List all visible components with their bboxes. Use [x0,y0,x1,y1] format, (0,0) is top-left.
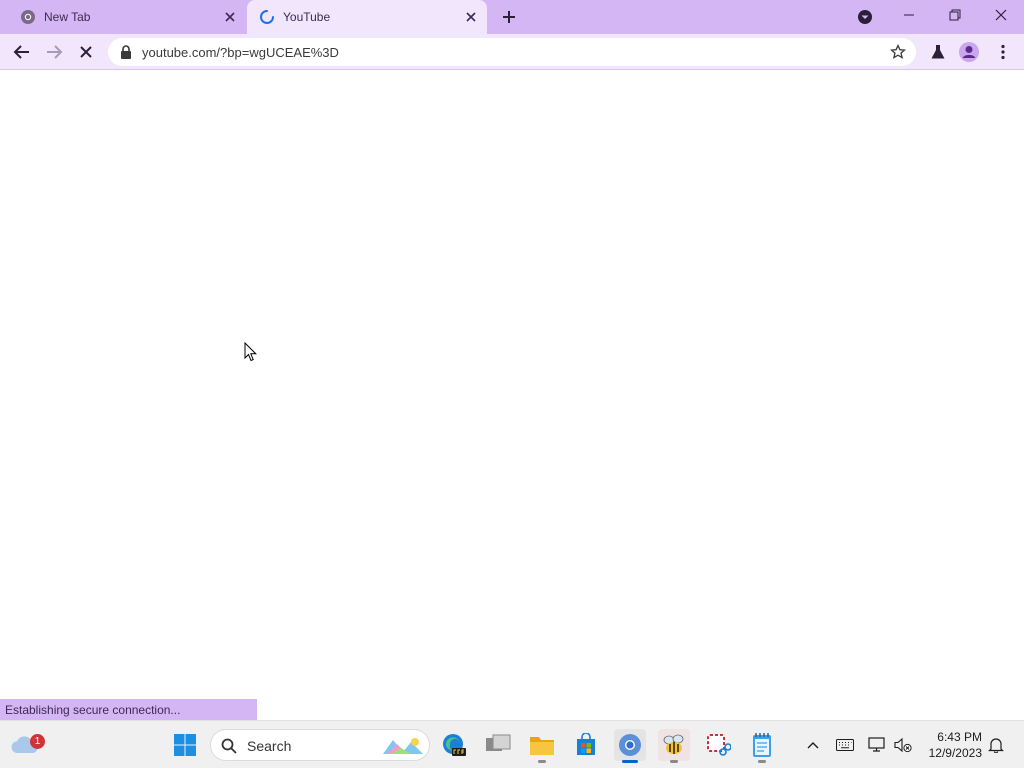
more-vertical-icon [1001,44,1005,60]
forward-button[interactable] [42,40,66,64]
taskbar-snipping-tool[interactable] [702,729,734,761]
flask-icon [931,45,945,59]
restore-button[interactable] [932,0,978,30]
network-status-button[interactable] [867,735,887,755]
tab-title: YouTube [283,10,331,24]
system-clock[interactable]: 6:43 PM 12/9/2023 [916,729,982,761]
taskbar-app-edge-beta[interactable] [438,729,470,761]
chevron-down-icon [858,10,872,24]
taskbar-bee-app[interactable] [658,729,690,763]
status-bubble: Establishing secure connection... [0,699,257,720]
loading-spinner-icon [260,10,274,24]
back-arrow-icon [13,45,29,59]
new-tab-button[interactable] [498,6,520,28]
browser-menu-button[interactable] [992,41,1014,63]
bee-app-icon [663,734,684,754]
tab-title: New Tab [44,10,91,24]
network-icon [868,737,885,752]
speaker-muted-icon [894,737,912,753]
forward-arrow-icon [47,45,63,59]
running-indicator [670,760,678,763]
taskbar-notepad[interactable] [746,729,778,763]
restore-icon [949,9,961,21]
browser-toolbar: youtube.com/?bp=wgUCEAE%3D [0,34,1024,70]
taskbar-file-explorer[interactable] [526,729,558,763]
search-label: Search [247,738,292,754]
running-indicator [758,760,766,763]
tab-search-button[interactable] [855,7,875,27]
address-bar[interactable]: youtube.com/?bp=wgUCEAE%3D [108,38,916,66]
taskbar-microsoft-store[interactable] [570,729,602,761]
windows-start-icon [174,734,196,756]
tab-new-tab[interactable]: New Tab [8,0,246,34]
mouse-cursor-icon [244,342,257,362]
minimize-icon [904,14,914,16]
close-tab-icon[interactable] [463,9,479,25]
file-explorer-icon [530,737,554,755]
tab-youtube[interactable]: YouTube [247,0,487,34]
show-hidden-icons-button[interactable] [803,735,823,755]
profile-button[interactable] [958,41,980,63]
page-content[interactable] [0,71,1024,720]
microsoft-store-icon [577,733,595,755]
taskbar-task-view[interactable] [482,729,514,761]
task-view-icon [486,734,511,751]
edge-beta-icon [443,734,466,756]
back-button[interactable] [10,40,34,64]
plus-icon [503,11,515,23]
start-button[interactable] [169,729,201,761]
close-icon [80,46,92,58]
taskbar-chrome[interactable] [614,729,646,763]
notepad-icon [753,733,771,757]
notification-badge: 1 [30,734,45,749]
avatar-icon [959,42,979,62]
touch-keyboard-button[interactable] [835,735,855,755]
lock-icon[interactable] [120,45,132,59]
close-tab-icon[interactable] [222,9,238,25]
url-text[interactable]: youtube.com/?bp=wgUCEAE%3D [142,45,339,60]
active-indicator [622,760,638,763]
taskbar: 1 Search 6:43 PM 12/9/2023 [0,720,1024,768]
weather-widget[interactable]: 1 [8,729,45,761]
minimize-button[interactable] [886,0,932,30]
chrome-icon [21,10,35,24]
clock-time: 6:43 PM [937,730,982,744]
close-icon [995,9,1007,21]
bell-icon [988,738,1004,753]
snipping-tool-icon [707,734,731,756]
search-icon [221,738,237,754]
bookmark-star-icon[interactable] [890,44,906,60]
keyboard-icon [836,739,854,751]
chevron-up-icon [807,742,819,749]
close-window-button[interactable] [978,0,1024,30]
tab-strip: New Tab YouTube [0,0,1024,34]
search-highlight-icon [383,738,423,754]
chrome-labs-button[interactable] [927,41,949,63]
notification-center-button[interactable] [986,735,1006,755]
clock-date: 12/9/2023 [928,746,982,760]
chrome-icon [619,734,641,756]
volume-button[interactable] [893,735,913,755]
stop-loading-button[interactable] [74,40,98,64]
running-indicator [538,760,546,763]
taskbar-search[interactable]: Search [210,729,430,761]
